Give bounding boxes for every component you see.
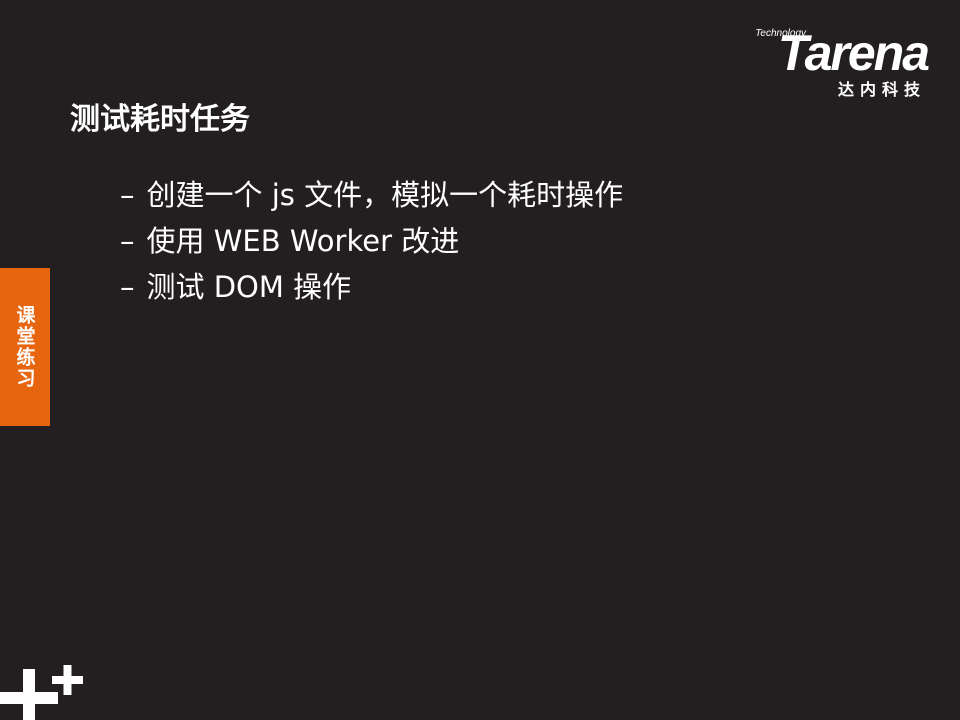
bullet-item: – 使用 WEB Worker 改进 <box>120 218 623 264</box>
bullet-item: – 测试 DOM 操作 <box>120 264 623 310</box>
logo-chinese-text: 达内科技 <box>837 80 926 99</box>
side-tab: 课堂练习 <box>0 268 50 426</box>
slide-title: 测试耗时任务 <box>70 102 250 137</box>
bullet-marker: – <box>120 270 135 304</box>
side-tab-label: 课堂练习 <box>13 305 36 389</box>
slide: Technology Tarena 达内科技 测试耗时任务 – 创建一个 js 文… <box>0 0 960 720</box>
bullet-text: 创建一个 js 文件，模拟一个耗时操作 <box>146 178 624 212</box>
bullet-marker: – <box>120 224 135 258</box>
bullet-text: 测试 DOM 操作 <box>146 270 352 304</box>
bullet-text: 使用 WEB Worker 改进 <box>146 224 460 258</box>
plus-decor-icon <box>0 665 83 720</box>
logo-wordmark: Tarena <box>777 25 930 81</box>
bullet-list: – 创建一个 js 文件，模拟一个耗时操作 – 使用 WEB Worker 改进 –… <box>120 172 623 310</box>
tarena-logo: Technology Tarena 达内科技 <box>728 24 930 99</box>
bullet-marker: – <box>120 178 135 212</box>
bullet-item: – 创建一个 js 文件，模拟一个耗时操作 <box>120 172 623 218</box>
